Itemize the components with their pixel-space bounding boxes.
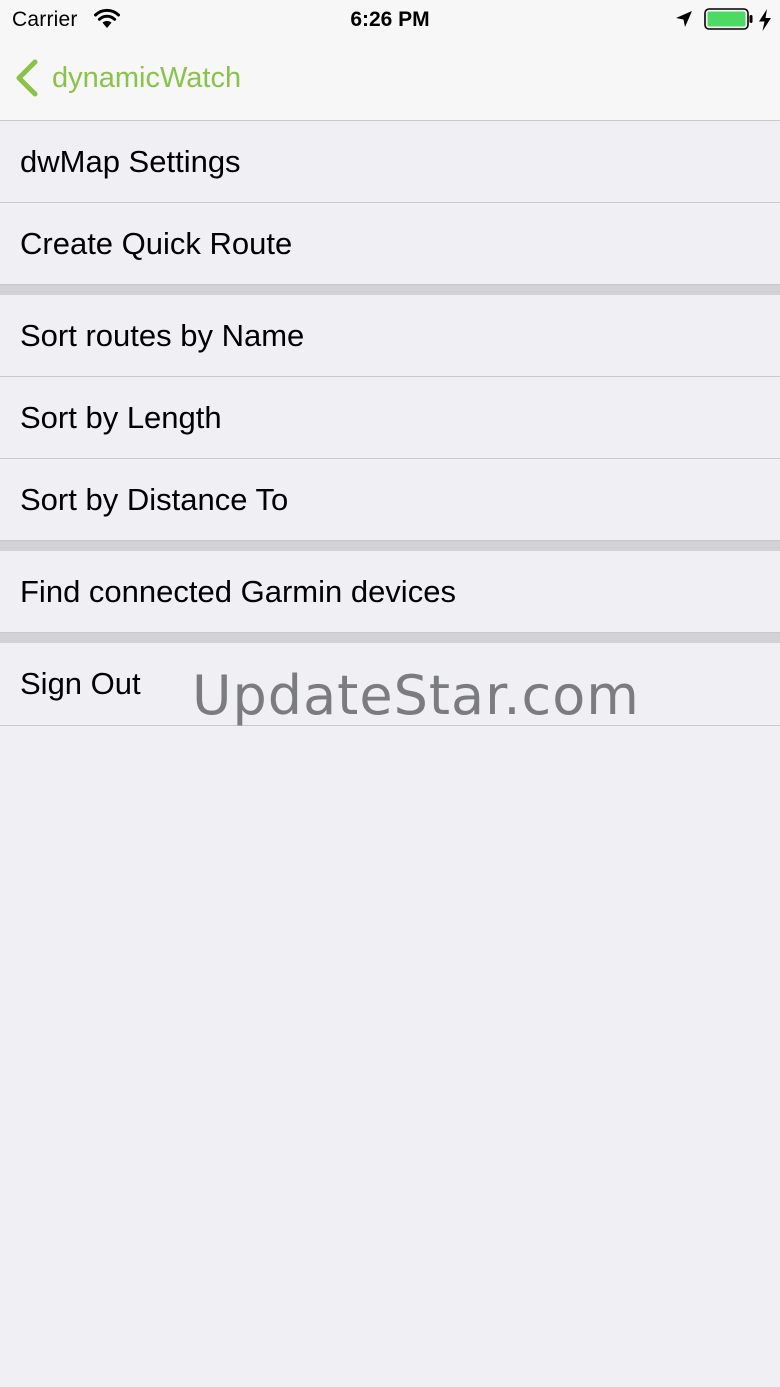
menu-item-sort-by-name[interactable]: Sort routes by Name <box>0 295 780 377</box>
section-separator <box>0 285 780 295</box>
chevron-left-icon <box>16 59 38 97</box>
menu-item-create-quick-route[interactable]: Create Quick Route <box>0 203 780 285</box>
back-button-label: dynamicWatch <box>52 61 242 94</box>
navigation-bar: dynamicWatch <box>0 40 780 121</box>
menu-item-sort-by-length[interactable]: Sort by Length <box>0 377 780 459</box>
location-arrow-icon <box>676 11 692 27</box>
settings-menu: dwMap Settings Create Quick Route Sort r… <box>0 121 780 726</box>
battery-icon <box>704 8 753 30</box>
menu-item-sort-by-distance[interactable]: Sort by Distance To <box>0 459 780 541</box>
status-bar: Carrier 6:26 PM <box>0 0 780 40</box>
watermark: UpdateStar.com <box>192 664 640 727</box>
section-separator <box>0 541 780 551</box>
charging-bolt-icon <box>759 9 771 31</box>
menu-item-dwmap-settings[interactable]: dwMap Settings <box>0 121 780 203</box>
menu-item-find-garmin-devices[interactable]: Find connected Garmin devices <box>0 551 780 633</box>
back-button[interactable]: dynamicWatch <box>14 56 241 100</box>
status-time: 6:26 PM <box>350 8 430 31</box>
section-separator <box>0 633 780 643</box>
